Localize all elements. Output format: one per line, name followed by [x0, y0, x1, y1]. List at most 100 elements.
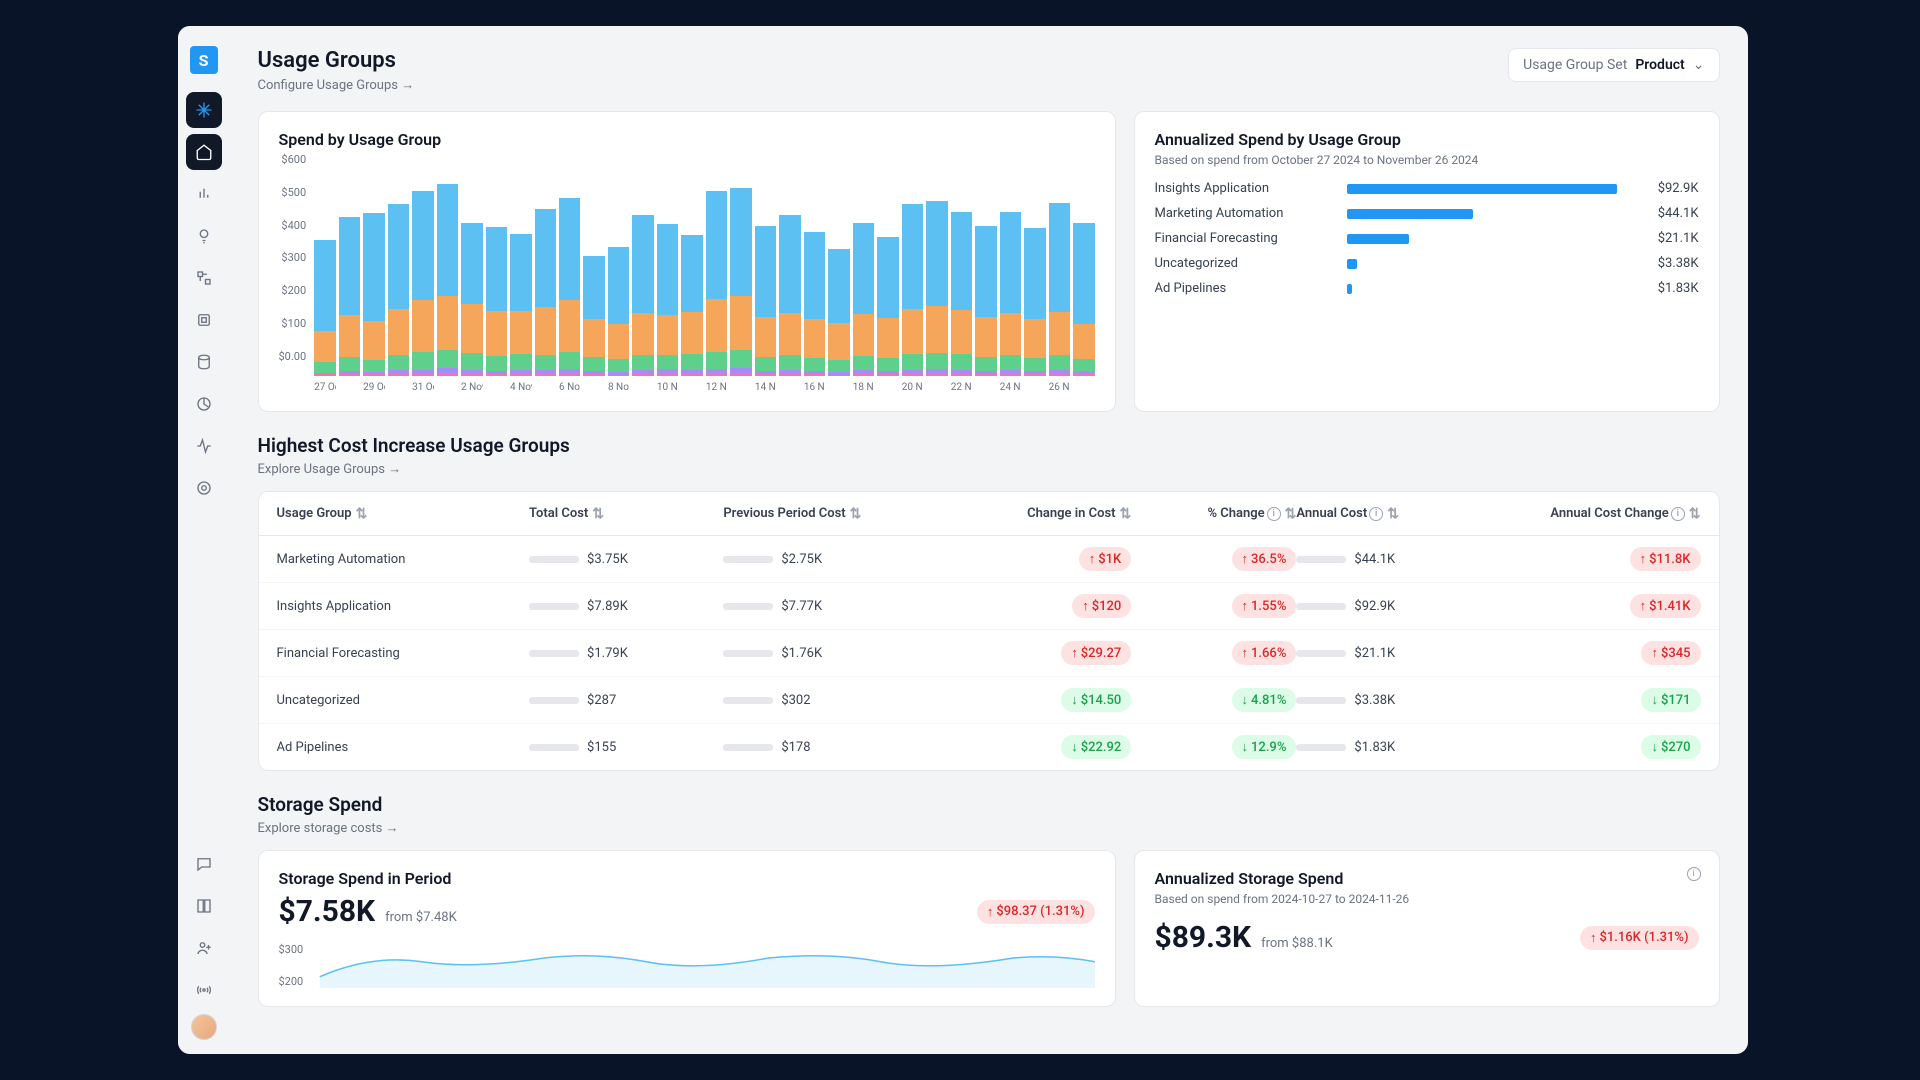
table-row[interactable]: Insights Application $7.89K $7.77K $120 … [259, 583, 1719, 630]
cell-annual: $3.38K [1296, 693, 1490, 708]
sort-icon: ⇅ [850, 507, 862, 521]
bar-stack[interactable] [608, 247, 629, 376]
cell-prev: $1.76K [723, 646, 937, 661]
cell-annual-change: $171 [1491, 688, 1701, 712]
sort-icon: ⇅ [1689, 507, 1701, 521]
bar-stack[interactable] [339, 217, 360, 376]
cell-pct: 4.81% [1131, 688, 1296, 712]
info-icon[interactable]: i [1687, 867, 1701, 881]
explore-groups-link[interactable]: Explore Usage Groups → [258, 461, 1720, 477]
section-title: Storage Spend [258, 793, 1720, 816]
col-annual-change[interactable]: Annual Cost Changei⇅ [1491, 506, 1701, 521]
bar-stack[interactable] [828, 249, 849, 376]
bar-stack[interactable] [486, 227, 507, 376]
bar-stack[interactable] [559, 198, 580, 376]
bar-stack[interactable] [975, 226, 996, 377]
nav-database-icon[interactable] [186, 344, 222, 380]
col-pct-change[interactable]: % Changei⇅ [1131, 506, 1296, 521]
cell-annual: $92.9K [1296, 599, 1490, 614]
bar-stack[interactable] [1073, 223, 1094, 376]
bar-stack[interactable] [1000, 212, 1021, 376]
bar-stack[interactable] [632, 215, 653, 376]
col-usage-group[interactable]: Usage Group⇅ [277, 506, 530, 521]
bar-stack[interactable] [951, 212, 972, 376]
storage-annual-value: $89.3K [1155, 920, 1252, 955]
row-name: Financial Forecasting [1155, 231, 1335, 246]
row-value: $3.38K [1629, 256, 1699, 271]
annual-row: Marketing Automation $44.1K [1155, 206, 1699, 221]
nav-workflows-icon[interactable] [186, 260, 222, 296]
sort-icon: ⇅ [592, 507, 604, 521]
nav-activity-icon[interactable] [186, 428, 222, 464]
nav-user-add-icon[interactable] [186, 930, 222, 966]
bar-stack[interactable] [853, 223, 874, 376]
nav-home-icon[interactable] [186, 134, 222, 170]
bar-stack[interactable] [1049, 203, 1070, 376]
cell-total: $7.89K [529, 599, 723, 614]
info-icon: i [1369, 507, 1383, 521]
bar-stack[interactable] [412, 191, 433, 376]
bar-stack[interactable] [461, 223, 482, 376]
nav-analytics-icon[interactable] [186, 176, 222, 212]
col-change-cost[interactable]: Change in Cost⇅ [937, 506, 1131, 521]
row-name: Marketing Automation [1155, 206, 1335, 221]
info-icon: i [1671, 507, 1685, 521]
storage-area-chart: $300$200 [279, 943, 1095, 988]
cost-increase-table: Usage Group⇅ Total Cost⇅ Previous Period… [258, 491, 1720, 771]
annual-row: Insights Application $92.9K [1155, 181, 1699, 196]
nav-broadcast-icon[interactable] [186, 972, 222, 1008]
nav-pie-icon[interactable] [186, 386, 222, 422]
bar-stack[interactable] [510, 234, 531, 376]
storage-period-card: Storage Spend in Period $7.58K from $7.4… [258, 850, 1116, 1007]
usage-group-set-selector[interactable]: Usage Group Set Product ⌄ [1508, 48, 1719, 82]
avatar[interactable] [191, 1014, 217, 1040]
card-title: Spend by Usage Group [279, 130, 1095, 149]
table-row[interactable]: Financial Forecasting $1.79K $1.76K $29.… [259, 630, 1719, 677]
cell-annual: $21.1K [1296, 646, 1490, 661]
table-row[interactable]: Marketing Automation $3.75K $2.75K $1K 3… [259, 536, 1719, 583]
bar-stack[interactable] [363, 213, 384, 376]
logo[interactable]: S [190, 46, 218, 74]
cell-total: $155 [529, 740, 723, 755]
bar-stack[interactable] [926, 201, 947, 376]
table-row[interactable]: Uncategorized $287 $302 $14.50 4.81% $3.… [259, 677, 1719, 724]
bar-stack[interactable] [706, 191, 727, 376]
cell-change: $1K [937, 547, 1131, 571]
col-annual-cost[interactable]: Annual Costi⇅ [1296, 506, 1490, 521]
bar-stack[interactable] [583, 256, 604, 376]
card-subtitle: Based on spend from 2024-10-27 to 2024-1… [1155, 892, 1699, 906]
storage-annual-from: from $88.1K [1261, 936, 1333, 951]
nav-snowflake-icon[interactable] [186, 92, 222, 128]
nav-lightbulb-icon[interactable] [186, 218, 222, 254]
configure-link[interactable]: Configure Usage Groups → [258, 77, 415, 93]
table-row[interactable]: Ad Pipelines $155 $178 $22.92 12.9% $1.8… [259, 724, 1719, 770]
col-total-cost[interactable]: Total Cost⇅ [529, 506, 723, 521]
bar-stack[interactable] [535, 209, 556, 376]
bar-stack[interactable] [314, 240, 335, 377]
nav-chat-icon[interactable] [186, 846, 222, 882]
cell-pct: 1.66% [1131, 641, 1296, 665]
explore-storage-link[interactable]: Explore storage costs → [258, 820, 1720, 836]
row-value: $21.1K [1629, 231, 1699, 246]
cell-name: Insights Application [277, 599, 530, 614]
bar-stack[interactable] [730, 188, 751, 376]
main-content: Usage Groups Configure Usage Groups → Us… [230, 26, 1748, 1054]
section-title: Highest Cost Increase Usage Groups [258, 434, 1720, 457]
bar-stack[interactable] [437, 184, 458, 376]
bar-stack[interactable] [902, 204, 923, 376]
nav-docs-icon[interactable] [186, 888, 222, 924]
cell-change: $22.92 [937, 735, 1131, 759]
bar-stack[interactable] [657, 224, 678, 376]
col-previous-cost[interactable]: Previous Period Cost⇅ [723, 506, 937, 521]
bar-stack[interactable] [681, 235, 702, 376]
bar-stack[interactable] [388, 204, 409, 376]
bar-stack[interactable] [877, 237, 898, 376]
nav-compute-icon[interactable] [186, 302, 222, 338]
nav-settings-icon[interactable] [186, 470, 222, 506]
bar-stack[interactable] [1024, 228, 1045, 376]
bar-stack[interactable] [779, 215, 800, 376]
annual-row: Ad Pipelines $1.83K [1155, 281, 1699, 296]
card-title: Storage Spend in Period [279, 869, 1095, 888]
bar-stack[interactable] [804, 232, 825, 376]
bar-stack[interactable] [755, 226, 776, 377]
